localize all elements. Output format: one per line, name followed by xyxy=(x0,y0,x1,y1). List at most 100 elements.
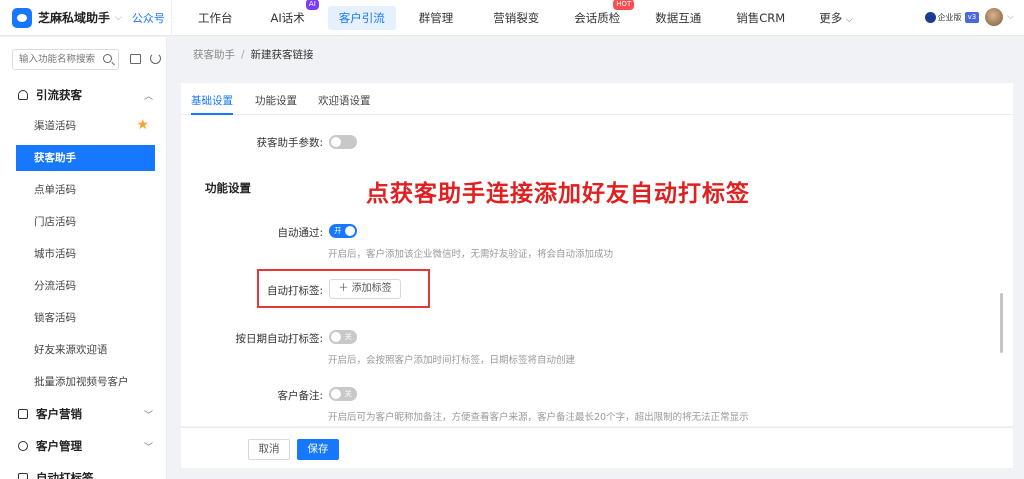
nav-group-management[interactable]: 群管理 xyxy=(408,6,465,30)
save-button[interactable]: 保存 xyxy=(297,439,339,460)
sidebar-item-label: 获客助手 xyxy=(34,152,76,164)
sidebar-item-city-code[interactable]: 城市活码 xyxy=(16,241,155,267)
sidebar-item-label: 点单活码 xyxy=(34,184,76,196)
toggle-knob xyxy=(331,389,341,399)
sidebar-item-order-code[interactable]: 点单活码 xyxy=(16,177,155,203)
user-plus-icon xyxy=(18,90,28,100)
nav-session-qc[interactable]: 会话质检 HOT xyxy=(563,0,635,30)
ai-badge: AI xyxy=(305,0,319,10)
sidebar-group-marketing[interactable]: 客户营销 ﹀ xyxy=(0,402,167,426)
sidebar-item-label: 门店活码 xyxy=(34,216,76,228)
tab-feature-settings[interactable]: 功能设置 xyxy=(255,93,297,115)
avatar[interactable] xyxy=(985,8,1004,26)
nav-ai-script[interactable]: AI话术 AI xyxy=(260,0,319,30)
sidebar-item-acquisition-assistant[interactable]: 获客助手 xyxy=(16,145,155,171)
toggle-text: 关 xyxy=(344,389,353,398)
form-footer: 取消 保存 xyxy=(181,427,1013,468)
enterprise-icon xyxy=(924,11,936,23)
date-tag-label: 按日期自动打标签: xyxy=(235,333,323,345)
auto-pass-hint: 开启后，客户添加该企业微信时，无需好友验证，将会自动添加成功 xyxy=(328,249,614,260)
hot-badge: HOT xyxy=(613,0,635,10)
sidebar-item-batch-video-add[interactable]: 批量添加视频号客户 xyxy=(16,369,155,395)
top-bar: 芝麻私域助手 ⌵ 公众号 工作台 AI话术 AI 客户引流 群管理 营销裂变 会话… xyxy=(0,0,1024,36)
remark-label: 客户备注: xyxy=(277,390,323,402)
nav-label: 销售CRM xyxy=(736,10,786,25)
chevron-down-icon[interactable]: ⌵ xyxy=(115,13,122,23)
sidebar-item-label: 分流活码 xyxy=(34,280,76,292)
brand-logo-icon xyxy=(12,7,32,28)
remark-hint: 开启后可为客户昵称加备注，方便查看客户来源，客户备注最长20个字，超出限制的将无… xyxy=(328,412,749,423)
sidebar-item-label: 渠道活码 xyxy=(34,120,76,132)
nav-label: 客户引流 xyxy=(338,10,385,25)
sidebar-item-label: 锁客活码 xyxy=(34,312,76,324)
tab-bar: 基础设置 功能设置 欢迎语设置 xyxy=(181,83,1013,115)
scrollbar[interactable] xyxy=(1000,293,1003,353)
sidebar-item-lock-code[interactable]: 锁客活码 xyxy=(16,305,155,331)
toggle-knob xyxy=(331,137,341,147)
auto-pass-label: 自动通过: xyxy=(277,227,323,239)
toggle-knob xyxy=(331,332,341,342)
date-tag-toggle[interactable]: 关 xyxy=(329,330,357,344)
sidebar-group-label: 客户管理 xyxy=(36,439,82,453)
main-nav: 工作台 AI话术 AI 客户引流 群管理 营销裂变 会话质检 HOT 数据互通 销售… xyxy=(172,0,864,36)
brand-name: 芝麻私域助手 xyxy=(38,11,111,25)
chevron-down-icon: ﹀ xyxy=(143,442,153,453)
nav-marketing-fission[interactable]: 营销裂变 xyxy=(482,6,550,30)
chevron-down-icon: ⌵ xyxy=(845,14,853,25)
nav-label: 营销裂变 xyxy=(493,10,540,25)
section-title: 功能设置 xyxy=(205,181,251,195)
tab-welcome-settings[interactable]: 欢迎语设置 xyxy=(318,93,371,115)
cancel-button[interactable]: 取消 xyxy=(248,439,290,460)
nav-sales-crm[interactable]: 销售CRM xyxy=(725,6,796,30)
breadcrumb: 获客助手 / 新建获客链接 xyxy=(193,47,314,62)
calendar-icon xyxy=(18,409,28,419)
nav-label: 会话质检 xyxy=(574,10,621,25)
nav-label: AI话术 xyxy=(270,10,305,25)
breadcrumb-current: 新建获客链接 xyxy=(250,49,314,61)
date-tag-hint: 开启后，会按照客户添加时间打标签，日期标签将自动创建 xyxy=(328,355,576,366)
sidebar-group-traffic[interactable]: 引流获客 ︿ xyxy=(0,83,167,107)
star-icon[interactable]: ★ xyxy=(136,117,149,133)
nav-label: 工作台 xyxy=(198,10,233,25)
sidebar-item-label: 城市活码 xyxy=(34,248,76,260)
sidebar-group-auto-tag[interactable]: 自动打标签 ︿ xyxy=(0,466,167,479)
user-area[interactable]: 企业版 v3 ⌵ xyxy=(924,8,1014,26)
sidebar-group-label: 引流获客 xyxy=(36,88,82,102)
sidebar-item-store-code[interactable]: 门店活码 xyxy=(16,209,155,235)
remark-toggle[interactable]: 关 xyxy=(329,387,357,401)
sidebar-group-label: 自动打标签 xyxy=(36,471,94,479)
sidebar-group-customer-management[interactable]: 客户管理 ﹀ xyxy=(0,434,167,458)
sidebar-item-label: 好友来源欢迎语 xyxy=(34,344,108,356)
tag-icon xyxy=(18,473,28,479)
toggle-text: 关 xyxy=(344,332,353,341)
sidebar-item-label: 批量添加视频号客户 xyxy=(34,376,129,388)
tab-basic-settings[interactable]: 基础设置 xyxy=(191,93,233,115)
search-icon[interactable] xyxy=(103,54,112,63)
sidebar-item-channel-code[interactable]: 渠道活码 ★ xyxy=(16,113,155,139)
nav-customer-acquisition[interactable]: 客户引流 xyxy=(327,5,396,30)
breadcrumb-parent[interactable]: 获客助手 xyxy=(193,49,235,61)
chevron-down-icon[interactable]: ⌵ xyxy=(1007,12,1014,22)
enterprise-badge: 企业版 v3 xyxy=(924,11,980,23)
auto-pass-toggle[interactable]: 开 xyxy=(329,224,357,238)
nav-label: 群管理 xyxy=(418,10,454,25)
nav-label: 更多 xyxy=(819,10,843,25)
brand[interactable]: 芝麻私域助手 ⌵ 公众号 xyxy=(0,0,172,36)
annotation-text: 点获客助手连接添加好友自动打标签 xyxy=(366,180,750,207)
nav-workbench[interactable]: 工作台 xyxy=(187,6,244,30)
chevron-up-icon: ︿ xyxy=(144,472,153,479)
nav-more[interactable]: 更多 ⌵ xyxy=(808,6,863,30)
nav-label: 数据互通 xyxy=(655,10,702,25)
sidebar: 引流获客 ︿ 渠道活码 ★ 获客助手 点单活码 门店活码 城市活码 分流活码 锁客… xyxy=(0,37,167,479)
version-badge: v3 xyxy=(964,11,980,23)
sidebar-group-label: 客户营销 xyxy=(36,407,82,421)
account-type-link[interactable]: 公众号 xyxy=(132,10,165,26)
breadcrumb-separator: / xyxy=(241,49,245,61)
param-toggle[interactable] xyxy=(329,135,357,149)
highlight-box xyxy=(257,269,430,308)
history-icon[interactable] xyxy=(150,53,161,64)
sidebar-item-split-code[interactable]: 分流活码 xyxy=(16,273,155,299)
sidebar-item-source-welcome[interactable]: 好友来源欢迎语 xyxy=(16,337,155,363)
layout-icon[interactable] xyxy=(130,54,141,64)
nav-data-sync[interactable]: 数据互通 xyxy=(644,6,712,30)
